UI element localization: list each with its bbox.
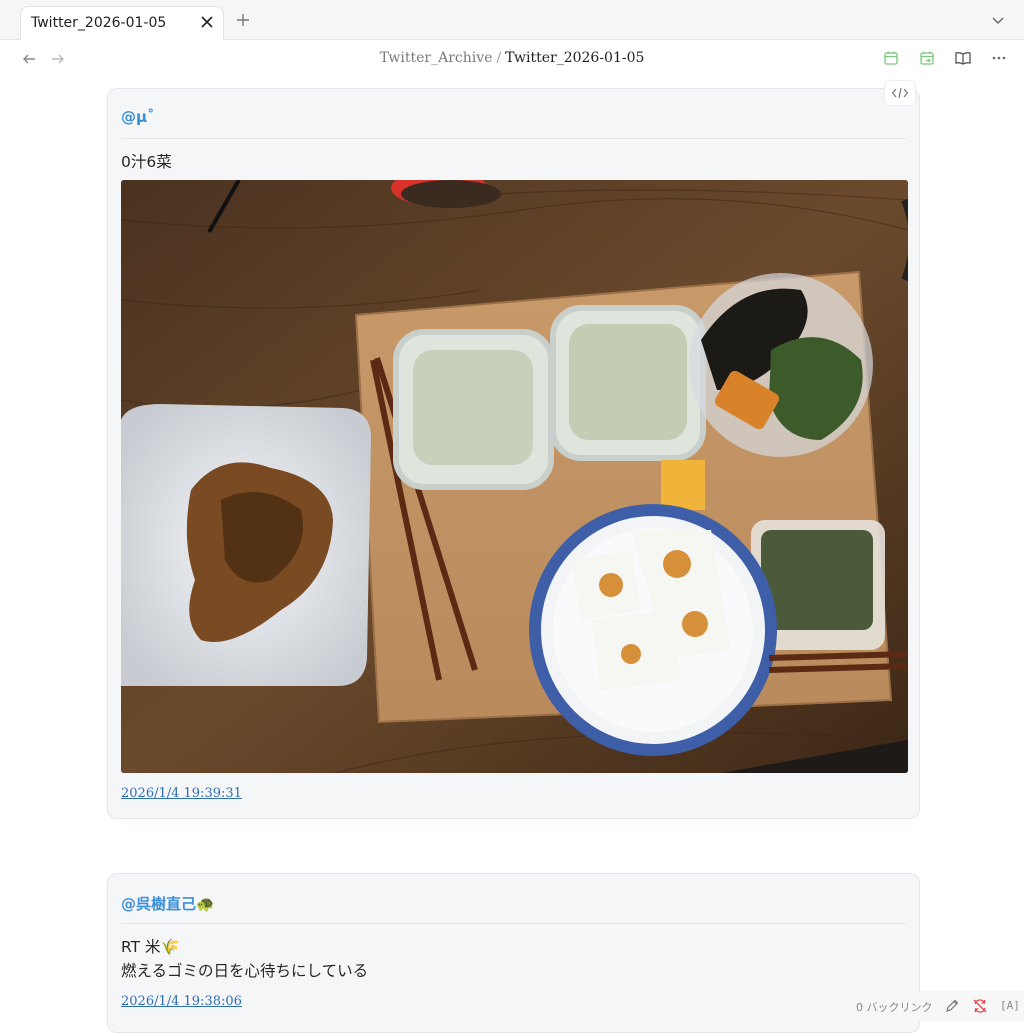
tab-bar: Twitter_2026-01-05 xyxy=(0,0,1024,40)
plus-icon[interactable] xyxy=(234,11,252,29)
view-actions xyxy=(882,49,1008,69)
note-content: @μ˚ 0汁6菜 xyxy=(0,78,1024,1021)
tweet-card: @呉樹直己🐢 RT 米🌾 燃えるゴミの日を心待ちにしている 2026/1/4 1… xyxy=(107,873,920,1033)
meal-photo-illustration xyxy=(121,180,908,773)
code-view-button[interactable] xyxy=(885,81,915,105)
tweet-text: RT 米🌾 燃えるゴミの日を心待ちにしている xyxy=(121,935,368,983)
breadcrumb-parent[interactable]: Twitter_Archive xyxy=(380,50,493,66)
chevron-down-icon[interactable] xyxy=(990,12,1006,28)
book-open-icon[interactable] xyxy=(954,49,972,67)
divider xyxy=(121,138,906,139)
tweet-timestamp-link[interactable]: 2026/1/4 19:38:06 xyxy=(121,994,242,1009)
tab-twitter-2026-01-05[interactable]: Twitter_2026-01-05 xyxy=(20,6,224,40)
tweet-card: @μ˚ 0汁6菜 xyxy=(107,88,920,819)
pencil-icon[interactable] xyxy=(944,998,960,1014)
sync-off-icon[interactable] xyxy=(972,998,988,1014)
breadcrumb: Twitter_Archive/Twitter_2026-01-05 xyxy=(0,50,1024,66)
code-icon xyxy=(891,86,909,100)
breadcrumb-separator: / xyxy=(496,50,501,66)
status-bar: 0 バックリンク [A] xyxy=(820,991,1024,1021)
calendar-icon[interactable] xyxy=(882,49,900,67)
backlinks-count[interactable]: 0 バックリンク xyxy=(856,999,933,1015)
navigation-bar: Twitter_Archive/Twitter_2026-01-05 xyxy=(0,40,1024,78)
calendar-next-icon[interactable] xyxy=(918,49,936,67)
divider xyxy=(121,923,906,924)
tab-title: Twitter_2026-01-05 xyxy=(31,15,166,31)
breadcrumb-current[interactable]: Twitter_2026-01-05 xyxy=(505,50,644,66)
tweet-author[interactable]: @呉樹直己🐢 xyxy=(121,893,215,914)
input-mode-indicator: [A] xyxy=(1000,999,1020,1012)
tweet-author[interactable]: @μ˚ xyxy=(121,108,155,126)
tweet-photo[interactable] xyxy=(121,180,908,773)
close-icon[interactable] xyxy=(199,14,215,30)
more-icon[interactable] xyxy=(990,49,1008,67)
tweet-text: 0汁6菜 xyxy=(121,150,172,174)
tweet-timestamp-link[interactable]: 2026/1/4 19:39:31 xyxy=(121,786,242,801)
